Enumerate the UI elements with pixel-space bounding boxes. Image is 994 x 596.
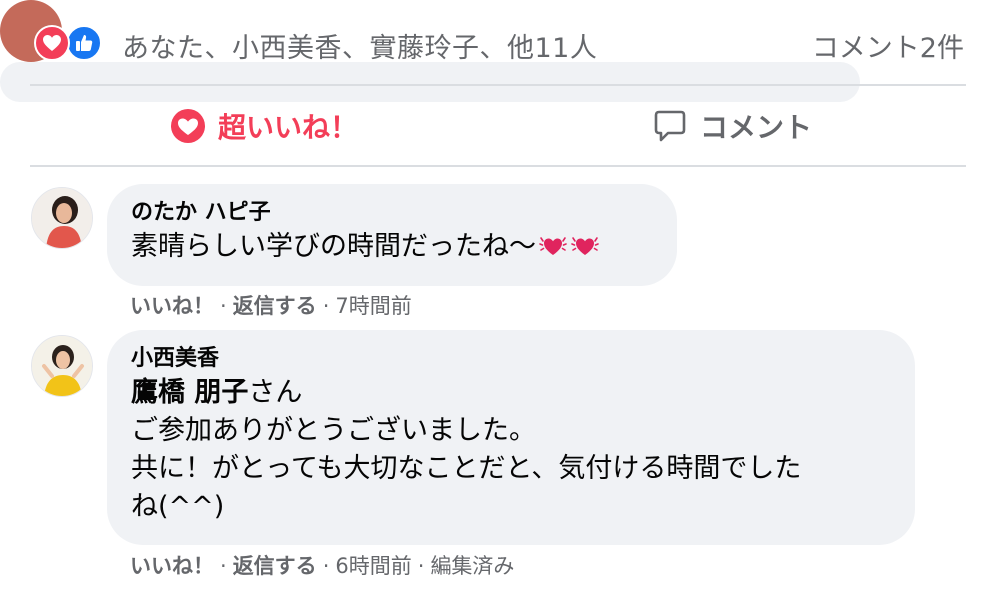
comment-text: 素晴らしい学びの時間だったね〜: [131, 228, 651, 266]
love-reaction-icon: [34, 25, 70, 61]
vibrating-heart-icon: [570, 230, 600, 260]
reply-link[interactable]: 返信する: [233, 294, 317, 318]
avatar[interactable]: [31, 187, 93, 249]
comment-meta: いいね！ · 返信する · 6時間前 · 編集済み: [130, 554, 515, 578]
reactions-summary: あなた、小西美香、實藤玲子、他11人 コメント2件: [0, 0, 994, 85]
timestamp[interactable]: 7時間前: [335, 294, 411, 318]
vibrating-heart-icon: [538, 230, 568, 260]
love-reaction-button[interactable]: 超いいね！: [30, 86, 498, 165]
divider: [30, 165, 966, 167]
reactors-text[interactable]: あなた、小西美香、實藤玲子、他11人: [122, 26, 597, 65]
mention-link[interactable]: 鷹橋 朋子: [131, 377, 248, 408]
comment-text: 鷹橋 朋子さん ご参加ありがとうございました。 共に！がとっても大切なことだと、…: [131, 377, 802, 522]
like-link[interactable]: いいね！: [130, 554, 214, 578]
comment-bubble: 小西美香 鷹橋 朋子さん ご参加ありがとうございました。 共に！がとっても大切な…: [107, 330, 915, 545]
comment-author[interactable]: 小西美香: [131, 344, 889, 374]
reaction-icons[interactable]: [34, 25, 106, 61]
comment-author[interactable]: のたか ハピ子: [131, 198, 651, 228]
comment-button[interactable]: コメント: [498, 86, 966, 165]
like-link[interactable]: いいね！: [130, 294, 214, 318]
comment-button-label: コメント: [699, 110, 812, 144]
timestamp[interactable]: 6時間前: [335, 554, 411, 578]
action-bar: 超いいね！ コメント: [30, 86, 966, 165]
reply-link[interactable]: 返信する: [233, 554, 317, 578]
comment-bubble-icon: [652, 108, 688, 144]
comment-bubble: のたか ハピ子 素晴らしい学びの時間だったね〜: [107, 184, 677, 286]
edited-label: 編集済み: [430, 554, 515, 578]
comment-meta: いいね！ · 返信する · 7時間前: [130, 294, 412, 318]
like-reaction-icon: [66, 25, 102, 61]
love-icon: [170, 108, 206, 144]
comment-count[interactable]: コメント2件: [812, 26, 964, 65]
love-button-label: 超いいね！: [217, 110, 358, 144]
avatar[interactable]: [31, 335, 93, 397]
